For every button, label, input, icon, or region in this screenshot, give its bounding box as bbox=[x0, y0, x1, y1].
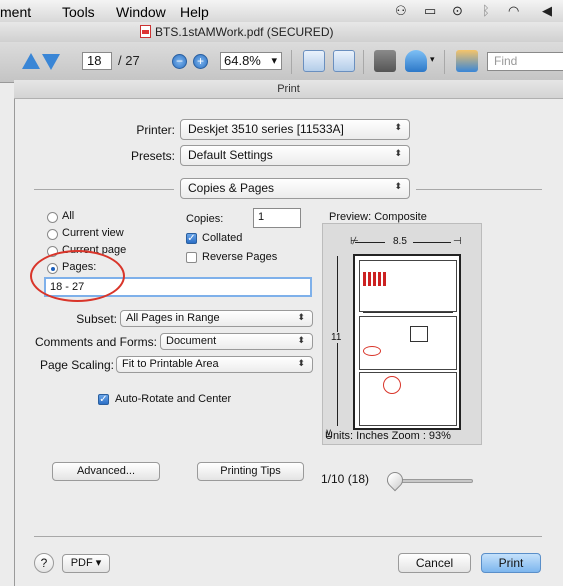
updown-caret-icon: ⬍ bbox=[394, 122, 402, 132]
menu-window[interactable]: Window bbox=[116, 4, 166, 20]
collated-label: Collated bbox=[202, 232, 243, 244]
preview-page bbox=[353, 254, 461, 430]
comments-select[interactable]: Document ⬍ bbox=[160, 333, 313, 350]
find-input[interactable]: Find bbox=[487, 52, 563, 71]
next-page-icon[interactable] bbox=[42, 54, 60, 70]
zoom-value-field[interactable]: 64.8% ▾ bbox=[220, 52, 282, 70]
preview-worksheet-top bbox=[359, 260, 457, 312]
updown-caret-icon: ⬍ bbox=[394, 181, 402, 191]
printer-label: Printer: bbox=[136, 123, 175, 137]
fit-width-icon[interactable] bbox=[303, 50, 325, 72]
dropbox-icon[interactable]: ⚇ bbox=[395, 3, 407, 19]
menu-document[interactable]: ment bbox=[0, 4, 31, 20]
printing-tips-button[interactable]: Printing Tips bbox=[197, 462, 304, 481]
print-preview: ⊬ 8.5 ⊣ 11 ⊻ bbox=[322, 223, 482, 445]
updown-caret-icon: ⬍ bbox=[297, 358, 305, 368]
preview-rule bbox=[363, 312, 453, 313]
reverse-pages-label: Reverse Pages bbox=[202, 251, 278, 263]
help-button[interactable]: ? bbox=[34, 553, 54, 573]
copies-label: Copies: bbox=[186, 213, 224, 225]
preview-worksheet-middle bbox=[359, 316, 457, 370]
units-zoom-label: Units: Inches Zoom : 93% bbox=[325, 430, 451, 442]
preview-height-value: 11 bbox=[331, 332, 342, 343]
collated-checkbox[interactable]: ✓ bbox=[186, 233, 197, 244]
printer-icon[interactable] bbox=[374, 50, 396, 72]
cancel-button[interactable]: Cancel bbox=[398, 553, 471, 573]
presets-label: Presets: bbox=[130, 149, 175, 163]
preview-graphic bbox=[363, 272, 387, 286]
updown-caret-icon: ⬍ bbox=[297, 312, 305, 322]
toolbar: 18 / 27 − + 64.8% ▾ ▾ Find bbox=[0, 42, 563, 83]
updown-caret-icon: ⬍ bbox=[297, 335, 305, 345]
reverse-pages-checkbox[interactable] bbox=[186, 252, 197, 263]
radio-current-view-label: Current view bbox=[62, 227, 124, 239]
page-counter: 1/10 (18) bbox=[321, 472, 370, 486]
radio-all-label: All bbox=[62, 210, 75, 222]
width-dimension-line bbox=[355, 242, 385, 243]
fit-page-icon[interactable] bbox=[333, 50, 355, 72]
annotation-circle bbox=[30, 250, 125, 302]
menu-bar: ment Tools Window Help ⚇ ▭ ⊙ ᛒ ◠ ◀ bbox=[0, 0, 563, 23]
bluetooth-icon[interactable]: ᛒ bbox=[482, 3, 490, 18]
subset-value: All Pages in Range bbox=[126, 312, 220, 324]
pdf-menu-button[interactable]: PDF ▾ bbox=[62, 554, 110, 573]
subset-select[interactable]: All Pages in Range ⬍ bbox=[120, 310, 313, 327]
share-icon[interactable] bbox=[405, 50, 427, 72]
page-number-input[interactable]: 18 bbox=[82, 52, 112, 70]
page-scaling-value: Fit to Printable Area bbox=[122, 358, 219, 370]
presets-select[interactable]: Default Settings ⬍ bbox=[180, 145, 410, 166]
toolbar-divider bbox=[363, 50, 364, 74]
advanced-button[interactable]: Advanced... bbox=[52, 462, 160, 481]
auto-rotate-checkbox[interactable]: ✓ bbox=[98, 394, 109, 405]
wifi-icon[interactable]: ◠ bbox=[508, 3, 519, 19]
printer-select[interactable]: Deskjet 3510 series [11533A] ⬍ bbox=[180, 119, 410, 140]
window-title-bar: BTS.1stAMWork.pdf (SECURED) bbox=[0, 22, 563, 43]
volume-icon[interactable]: ◀ bbox=[542, 3, 552, 19]
page-total: / 27 bbox=[118, 53, 140, 68]
zoom-out-icon[interactable]: − bbox=[172, 54, 187, 69]
toolbar-divider bbox=[444, 50, 445, 74]
presets-value: Default Settings bbox=[188, 148, 273, 162]
auto-rotate-label: Auto-Rotate and Center bbox=[115, 393, 232, 405]
menu-help[interactable]: Help bbox=[180, 4, 209, 20]
copies-input[interactable]: 1 bbox=[253, 208, 301, 228]
section-divider bbox=[416, 189, 542, 190]
updown-caret-icon: ⬍ bbox=[394, 148, 402, 158]
bottom-divider bbox=[34, 536, 542, 537]
subset-label: Subset: bbox=[76, 312, 117, 326]
preview-width-value: 8.5 bbox=[393, 236, 407, 247]
zoom-value: 64.8% bbox=[224, 53, 261, 68]
time-machine-icon[interactable]: ⊙ bbox=[452, 3, 463, 19]
previous-page-icon[interactable] bbox=[22, 53, 40, 69]
section-divider bbox=[34, 189, 174, 190]
preview-label: Preview: Composite bbox=[329, 211, 427, 223]
section-value: Copies & Pages bbox=[188, 181, 275, 195]
preview-annotation bbox=[363, 346, 381, 356]
pdf-file-icon bbox=[140, 25, 151, 38]
chevron-down-icon: ▾ bbox=[271, 55, 277, 67]
window-title: BTS.1stAMWork.pdf (SECURED) bbox=[155, 25, 334, 39]
preview-graphic bbox=[410, 326, 428, 342]
radio-all[interactable] bbox=[47, 212, 58, 223]
comments-label: Comments and Forms: bbox=[34, 335, 157, 349]
radio-current-view[interactable] bbox=[47, 229, 58, 240]
preview-annotation bbox=[383, 376, 401, 394]
toolbar-divider bbox=[291, 50, 292, 74]
preview-worksheet-bottom bbox=[359, 372, 457, 426]
page-scaling-label: Page Scaling: bbox=[39, 358, 114, 372]
printer-value: Deskjet 3510 series [11533A] bbox=[188, 122, 344, 136]
zoom-in-icon[interactable]: + bbox=[193, 54, 208, 69]
comments-value: Document bbox=[166, 335, 217, 347]
width-dimension-line bbox=[413, 242, 451, 243]
page-scaling-select[interactable]: Fit to Printable Area ⬍ bbox=[116, 356, 313, 373]
section-select[interactable]: Copies & Pages ⬍ bbox=[180, 178, 410, 199]
display-icon[interactable]: ▭ bbox=[424, 3, 436, 19]
width-arrow-right: ⊣ bbox=[453, 236, 462, 247]
comment-icon[interactable] bbox=[456, 50, 478, 72]
print-button[interactable]: Print bbox=[481, 553, 541, 573]
menu-tools[interactable]: Tools bbox=[62, 4, 95, 20]
dialog-title: Print bbox=[14, 80, 563, 99]
chevron-down-icon[interactable]: ▾ bbox=[430, 54, 435, 65]
